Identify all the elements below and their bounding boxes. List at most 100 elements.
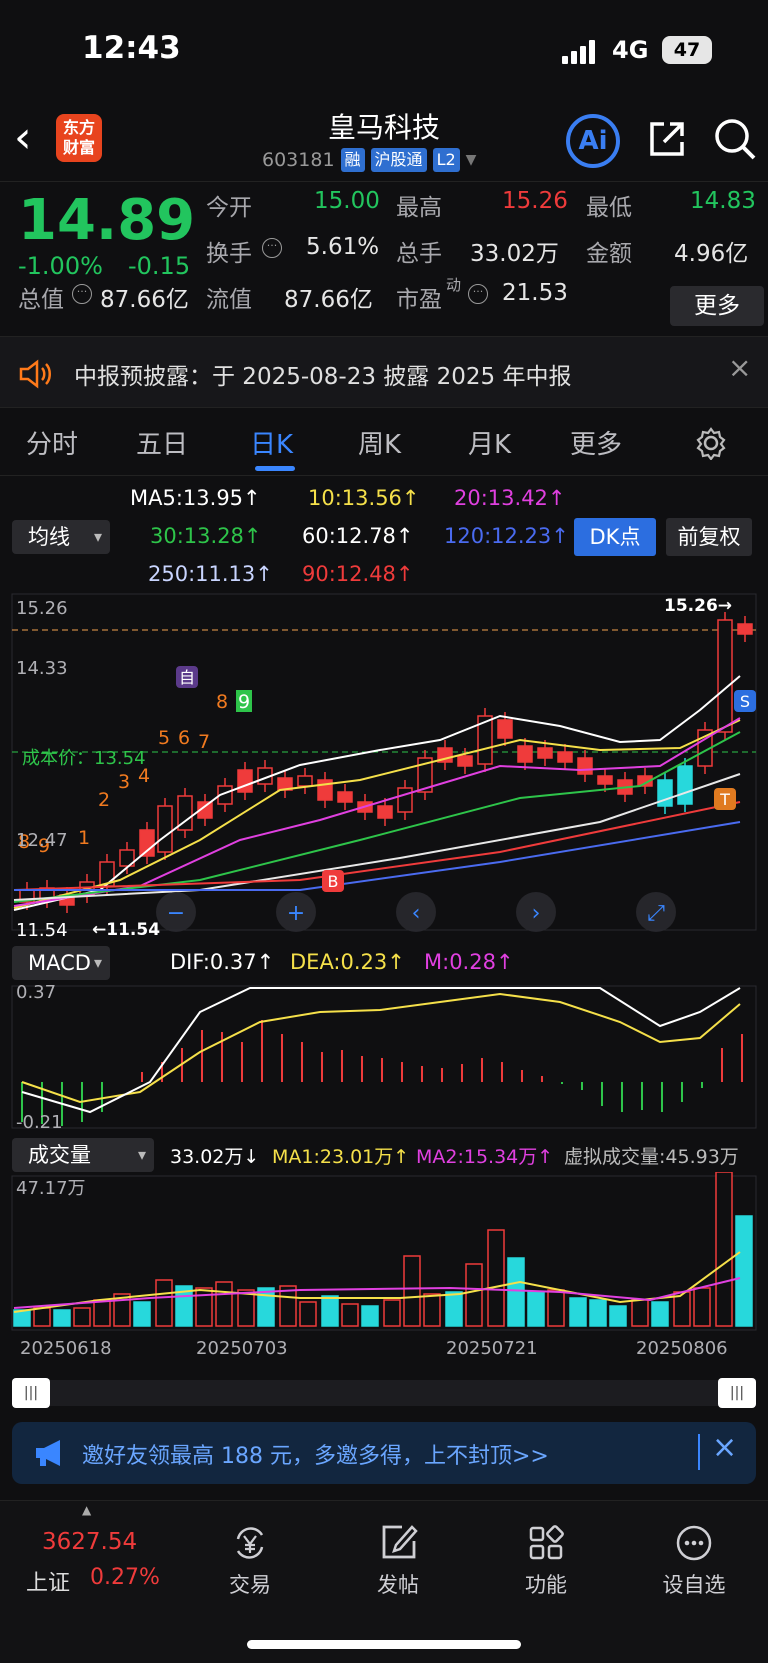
home-indicator	[247, 1640, 521, 1649]
tag-l2: L2	[432, 148, 460, 172]
share-icon[interactable]	[646, 118, 688, 160]
badge-self: 自	[179, 668, 195, 687]
ma20-label: 20:13.42↑	[454, 486, 566, 510]
date-label-4: 20250806	[636, 1338, 728, 1359]
stock-code-row[interactable]: 603181 融 沪股通 L2 ▼	[262, 148, 476, 172]
badge-buy: B	[328, 872, 339, 891]
bottom-tabbar: ▲ 3627.54 上证 0.27% 交易 发帖 功能 设自选	[0, 1500, 768, 1663]
app-logo[interactable]: 东方财富	[56, 114, 102, 162]
volume-bar	[569, 1297, 587, 1327]
index-value[interactable]: 3627.54	[42, 1529, 137, 1555]
volume-chart[interactable]	[0, 1172, 768, 1332]
back-icon[interactable]: ‹	[14, 114, 54, 164]
slider-right-handle[interactable]: |||	[718, 1378, 756, 1408]
volume-bar	[445, 1291, 463, 1327]
stock-header: 皇马科技 ‹ 东方财富 603181 融 沪股通 L2 ▼ Ai	[0, 100, 768, 182]
chevron-down-icon: ▼	[465, 152, 477, 168]
volume-bar	[33, 1307, 51, 1327]
range-slider[interactable]	[12, 1380, 756, 1406]
status-bar: 12:43 4G 47	[0, 0, 768, 100]
tag-margin: 融	[340, 148, 365, 172]
ma90-label: 90:12.48↑	[302, 562, 414, 586]
ai-button[interactable]: Ai	[566, 114, 620, 168]
macd-chart[interactable]	[0, 982, 768, 1132]
high-label: 最高	[396, 195, 442, 221]
tab-watchlist[interactable]: 设自选	[634, 1523, 754, 1599]
info-icon[interactable]: ···	[262, 238, 282, 258]
tab-functions[interactable]: 功能	[486, 1523, 606, 1599]
tab-underline	[255, 466, 295, 471]
candle	[377, 805, 393, 819]
tab-monthly-k[interactable]: 月K	[468, 424, 511, 461]
tab-post-label: 发帖	[377, 1573, 419, 1597]
info-icon[interactable]: ···	[72, 284, 92, 304]
volume-label: 总手	[396, 241, 442, 267]
yen-exchange-icon	[236, 1527, 264, 1559]
volume-bar	[465, 1263, 483, 1327]
tab-more[interactable]: 更多	[570, 424, 622, 461]
notice-bar[interactable]: 中报预披露：于 2025-08-23 披露 2025 年中报 ×	[0, 336, 768, 408]
tab-weekly-k[interactable]: 周K	[358, 424, 401, 461]
more-button[interactable]: 更多	[670, 286, 764, 326]
y-label-top: 15.26	[16, 598, 68, 619]
settings-gear-icon[interactable]	[694, 426, 728, 460]
turnover-label: 换手	[206, 241, 252, 267]
macd-selector[interactable]: MACD	[12, 946, 110, 980]
high-marker: 15.26→	[664, 596, 733, 616]
quote-panel: 14.89 -1.00% -0.15 今开 15.00 最高 15.26 最低 …	[0, 182, 768, 336]
volume-bar	[507, 1257, 525, 1327]
td-signal-label: 9	[238, 691, 250, 713]
chart-nav-icon: ⤢	[647, 901, 665, 926]
volume-bar	[257, 1287, 275, 1327]
ma-selector[interactable]: 均线	[12, 520, 110, 554]
candle	[557, 751, 573, 763]
volume-bar	[383, 1299, 401, 1327]
candle	[337, 791, 353, 803]
invite-banner[interactable]: 邀好友领最高 188 元，多邀多得，上不封顶>> ×	[12, 1422, 756, 1484]
candle	[297, 775, 313, 787]
macd-dif: DIF:0.37↑	[170, 950, 275, 974]
dk-button[interactable]: DK点	[574, 518, 656, 556]
caret-up-icon: ▲	[82, 1503, 92, 1517]
status-time: 12:43	[82, 30, 181, 66]
candle	[497, 719, 513, 739]
info-icon[interactable]: ···	[468, 284, 488, 304]
search-icon[interactable]	[712, 116, 758, 162]
index-name[interactable]: 上证	[26, 1565, 70, 1597]
tab-daily-k[interactable]: 日K	[250, 424, 293, 461]
mcap-label: 总值	[18, 287, 64, 313]
td-signal-label: 1	[78, 827, 90, 849]
amount-value: 4.96亿	[674, 241, 749, 267]
volume-selector[interactable]: 成交量	[12, 1138, 154, 1172]
tab-5day[interactable]: 五日	[136, 424, 188, 461]
float-value: 87.66亿	[284, 287, 373, 313]
volume-bar	[693, 1287, 711, 1327]
candle	[397, 787, 413, 813]
megaphone-icon	[36, 1440, 60, 1466]
date-label-3: 20250721	[446, 1338, 538, 1359]
badge-t: T	[719, 790, 730, 809]
volume-value-label: 33.02万↓	[170, 1146, 260, 1168]
volume-bar	[527, 1291, 545, 1327]
volume-bar	[195, 1287, 213, 1327]
index-pct[interactable]: 0.27%	[90, 1565, 160, 1590]
divider	[698, 1434, 700, 1470]
candle	[157, 805, 173, 853]
adjust-button[interactable]: 前复权	[666, 518, 752, 556]
close-icon[interactable]: ×	[728, 351, 751, 384]
candle	[537, 747, 553, 759]
td-signal-label: 3	[118, 771, 130, 793]
macd-m: M:0.28↑	[424, 950, 514, 974]
turnover-value: 5.61%	[306, 234, 380, 260]
cost-label: 成本价：13.54	[22, 748, 146, 769]
td-signal-label: 6	[178, 727, 190, 749]
close-icon[interactable]: ×	[712, 1430, 737, 1465]
tab-intraday[interactable]: 分时	[26, 424, 78, 461]
tab-post[interactable]: 发帖	[338, 1523, 458, 1599]
volume-bar	[341, 1303, 359, 1327]
tab-trade[interactable]: 交易	[190, 1523, 310, 1599]
volume-bar	[403, 1255, 421, 1327]
mcap-value: 87.66亿	[100, 287, 189, 313]
low-label: 最低	[586, 195, 632, 221]
slider-left-handle[interactable]: |||	[12, 1378, 50, 1408]
